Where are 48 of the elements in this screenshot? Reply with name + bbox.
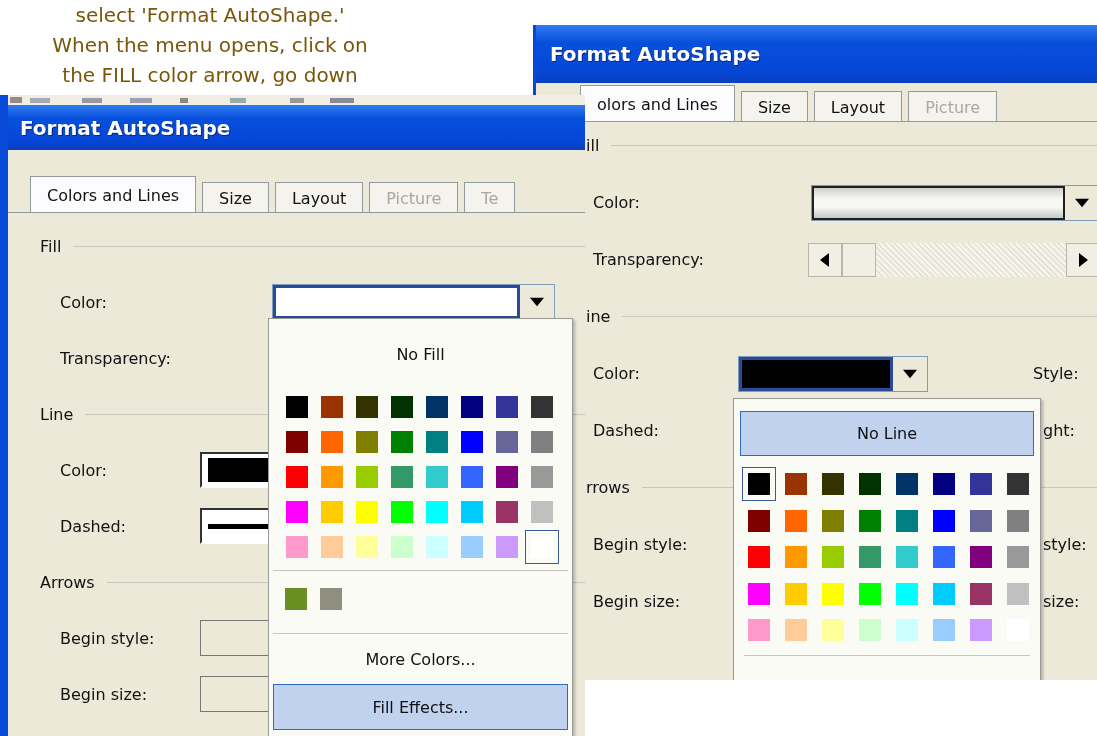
field-label: Style: xyxy=(1033,364,1079,383)
dash-style-dropdown[interactable] xyxy=(200,508,268,544)
field-label: Transparency: xyxy=(60,348,172,368)
field-label: Color: xyxy=(593,193,641,212)
field-label: Begin style: xyxy=(593,535,689,554)
color-dropdown[interactable] xyxy=(738,355,928,392)
arrow-style-dropdown[interactable] xyxy=(200,620,268,656)
section-heading: ill xyxy=(586,136,600,155)
field-label: Dashed: xyxy=(593,421,660,440)
color-dropdown[interactable] xyxy=(811,184,1097,221)
tab[interactable]: Layout xyxy=(274,182,364,212)
field-label: Color: xyxy=(60,460,108,480)
color-swatch[interactable] xyxy=(524,529,559,564)
field-label: Color: xyxy=(593,364,641,383)
color-swatch[interactable] xyxy=(741,467,776,502)
field-label: Dashed: xyxy=(60,516,127,536)
caret-icon xyxy=(520,285,554,319)
transparency-slider[interactable] xyxy=(808,242,1097,277)
menu-item[interactable]: No Line xyxy=(740,411,1034,456)
tab[interactable]: Size xyxy=(740,91,808,121)
field-label: Color: xyxy=(60,292,108,312)
tab[interactable]: Size xyxy=(202,182,269,212)
field-label: Transparency: xyxy=(593,250,705,269)
section-heading: Fill xyxy=(40,236,62,256)
field-label: size: xyxy=(1043,592,1080,611)
field-label: style: xyxy=(1043,535,1087,554)
section-heading: ine xyxy=(586,307,611,326)
tab[interactable]: olors and Lines xyxy=(580,85,735,121)
section-heading: rrows xyxy=(586,478,630,497)
field-label: Begin size: xyxy=(60,684,149,704)
field-label: Begin size: xyxy=(593,592,682,611)
color-dropdown[interactable] xyxy=(200,452,268,488)
window-title: Format AutoShape xyxy=(20,115,231,140)
section-heading: Arrows xyxy=(40,572,95,592)
menu-item[interactable]: More Colors... xyxy=(273,636,568,682)
field-label: Begin style: xyxy=(60,628,156,648)
color-dropdown[interactable] xyxy=(272,284,555,320)
field-label: ght: xyxy=(1043,421,1075,440)
arrow-size-dropdown[interactable] xyxy=(200,676,268,712)
caret-icon xyxy=(893,356,927,391)
menu-item[interactable]: No Fill xyxy=(269,319,572,389)
instruction-text: select 'Format AutoShape.' When the menu opens, click on the FILL color arrow, go down xyxy=(51,2,369,89)
window-title: Format AutoShape xyxy=(550,42,761,66)
tab[interactable]: Layout xyxy=(813,91,903,121)
menu-item[interactable]: Fill Effects... xyxy=(273,684,568,730)
slider-thumb[interactable] xyxy=(842,242,876,277)
section-heading: Line xyxy=(40,404,74,424)
tab[interactable]: Colors and Lines xyxy=(30,176,197,212)
